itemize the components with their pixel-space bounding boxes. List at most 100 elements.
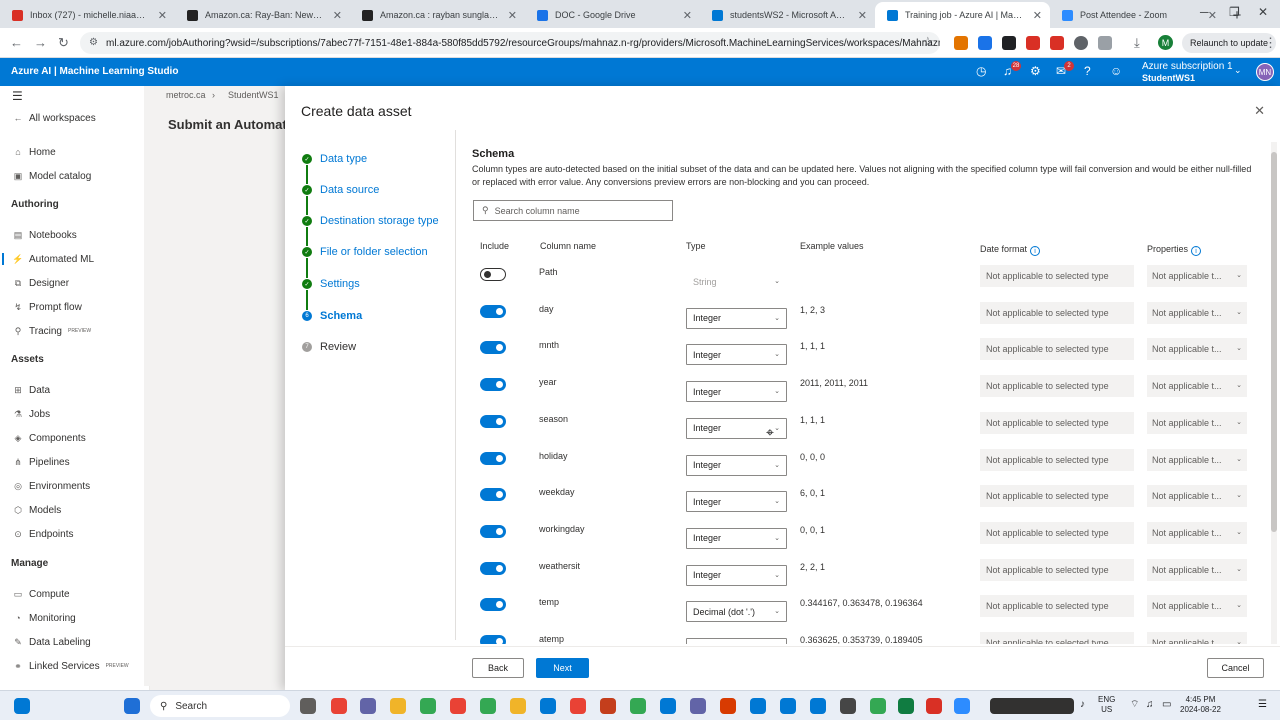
chrome-profile-icon[interactable] xyxy=(420,698,436,714)
hamburger-menu-icon[interactable]: ☰ xyxy=(12,88,23,104)
address-bar[interactable]: ⚙ ml.azure.com/jobAuthoring?wsid=/subscr… xyxy=(80,32,940,54)
app-icon[interactable] xyxy=(810,698,826,714)
browser-tab[interactable]: Post Attendee - Zoom ✕ xyxy=(1050,2,1225,28)
relaunch-button[interactable]: Relaunch to update xyxy=(1182,33,1277,53)
nav-endpoints[interactable]: ⊙ Endpoints xyxy=(12,526,73,542)
type-dropdown[interactable]: Integer ⌄ xyxy=(686,564,787,586)
bookmark-star-icon[interactable]: ☆ xyxy=(922,34,934,50)
type-dropdown[interactable]: Integer ⌄ xyxy=(686,344,787,366)
info-icon[interactable]: i xyxy=(1030,246,1041,256)
close-tab-icon[interactable]: ✕ xyxy=(158,9,167,22)
chrome-icon[interactable] xyxy=(331,698,347,714)
include-toggle[interactable] xyxy=(480,268,506,281)
back-button[interactable]: Back xyxy=(472,658,524,678)
include-toggle[interactable] xyxy=(480,488,506,502)
teams-icon[interactable] xyxy=(360,698,376,714)
nav-model-catalog[interactable]: ▣ Model catalog xyxy=(12,168,92,184)
workspace-name[interactable]: StudentWS1 xyxy=(1142,73,1195,83)
next-button[interactable]: Next xyxy=(536,658,589,678)
acrobat-icon[interactable] xyxy=(926,698,942,714)
browser-tab[interactable]: Amazon.ca : rayban sunglasses ✕ xyxy=(350,2,525,28)
type-dropdown[interactable]: Integer ⌄ xyxy=(686,454,787,476)
extensions-puzzle-icon[interactable] xyxy=(1098,36,1112,50)
app-icon[interactable] xyxy=(750,698,766,714)
back-arrow-icon[interactable]: ← xyxy=(10,35,23,50)
include-toggle[interactable] xyxy=(480,451,506,465)
nav-tracing[interactable]: ⚲ Tracing PREVIEW xyxy=(12,323,91,339)
app-icon[interactable] xyxy=(570,698,586,714)
nav-designer[interactable]: ⧉ Designer xyxy=(12,275,69,291)
nav-environments[interactable]: ◎ Environments xyxy=(12,478,90,494)
cancel-button[interactable]: Cancel xyxy=(1207,658,1264,678)
minimize-icon[interactable]: ─ xyxy=(1200,5,1209,19)
task-view-icon[interactable] xyxy=(300,698,316,714)
user-avatar[interactable]: MN xyxy=(1256,63,1274,81)
nav-pipelines[interactable]: ⋔ Pipelines xyxy=(12,454,69,470)
close-tab-icon[interactable]: ✕ xyxy=(683,9,692,22)
nav-prompt-flow[interactable]: ↯ Prompt flow xyxy=(12,299,82,315)
type-dropdown[interactable]: Integer ⌄ xyxy=(686,307,787,329)
close-tab-icon[interactable]: ✕ xyxy=(333,9,342,22)
include-toggle[interactable] xyxy=(480,378,506,392)
nav-notebooks[interactable]: ▤ Notebooks xyxy=(12,227,77,243)
panel-scrollbar[interactable] xyxy=(1271,142,1277,644)
extension-icon[interactable] xyxy=(1002,36,1016,50)
extension-icon[interactable] xyxy=(978,36,992,50)
close-tab-icon[interactable]: ✕ xyxy=(858,9,867,22)
nav-jobs[interactable]: ⚗ Jobs xyxy=(12,406,50,422)
app-icon[interactable] xyxy=(840,698,856,714)
wizard-step-data-source[interactable]: Data source xyxy=(320,184,379,196)
browser-tab[interactable]: Inbox (727) - michelle.niaa@gm ✕ xyxy=(0,2,175,28)
settings-gear-icon[interactable]: ⚙ xyxy=(1030,64,1041,78)
reload-icon[interactable]: ↻ xyxy=(58,35,69,51)
maximize-icon[interactable]: ❐ xyxy=(1229,5,1240,19)
wizard-step-settings[interactable]: Settings xyxy=(320,278,360,290)
smiley-icon[interactable]: ☺ xyxy=(1110,64,1122,78)
chrome-profile-icon[interactable] xyxy=(870,698,886,714)
type-dropdown[interactable]: Decimal (dot '.')⌄ xyxy=(686,638,787,644)
include-toggle[interactable] xyxy=(480,341,506,355)
file-explorer-icon[interactable] xyxy=(390,698,406,714)
language-indicator[interactable]: ENG US xyxy=(1098,695,1115,715)
type-dropdown[interactable]: Integer ⌄ xyxy=(686,491,787,513)
app-icon[interactable] xyxy=(540,698,556,714)
nav-linked-services[interactable]: ⚭ Linked Services PREVIEW xyxy=(12,658,128,674)
nav-components[interactable]: ◈ Components xyxy=(12,430,86,446)
app-brand[interactable]: Azure AI | Machine Learning Studio xyxy=(11,66,178,77)
taskbar-search[interactable]: ⚲ Search xyxy=(150,695,290,717)
download-icon[interactable]: ⤓ xyxy=(1134,35,1140,51)
nav-data[interactable]: ⊞ Data xyxy=(12,382,50,398)
wizard-step-review[interactable]: Review xyxy=(320,341,356,353)
volume-icon[interactable]: ♫ xyxy=(1146,700,1154,710)
breadcrumb-workspace[interactable]: StudentWS1 xyxy=(228,90,279,100)
chrome-profile-icon[interactable] xyxy=(480,698,496,714)
nav-data-labeling[interactable]: ✎ Data Labeling xyxy=(12,634,91,650)
clock[interactable]: 4:45 PM 2024-08-22 xyxy=(1180,695,1221,715)
scrollbar-thumb[interactable] xyxy=(1271,152,1277,532)
include-toggle[interactable] xyxy=(480,635,506,644)
wifi-icon[interactable]: ⌔ xyxy=(1130,700,1139,710)
chevron-down-icon[interactable]: ⌄ xyxy=(1234,65,1242,76)
close-window-icon[interactable]: ✕ xyxy=(1258,5,1268,19)
type-dropdown[interactable]: Decimal (dot '.')⌄ xyxy=(686,601,787,623)
widgets-icon[interactable] xyxy=(14,698,30,714)
extension-icon[interactable] xyxy=(954,36,968,50)
nav-all-workspaces[interactable]: ← All workspaces xyxy=(12,110,96,126)
wizard-step-data-type[interactable]: Data type xyxy=(320,153,367,165)
app-icon[interactable] xyxy=(780,698,796,714)
browser-tab[interactable]: DOC - Google Drive ✕ xyxy=(525,2,700,28)
wizard-step-file-or-folder-selection[interactable]: File or folder selection xyxy=(320,246,428,258)
wizard-step-schema[interactable]: Schema xyxy=(320,310,362,322)
search-column-input[interactable]: ⚲ Search column name xyxy=(473,200,673,221)
close-tab-icon[interactable]: ✕ xyxy=(1208,9,1217,22)
close-icon[interactable]: ✕ xyxy=(1254,103,1265,119)
excel-icon[interactable] xyxy=(898,698,914,714)
battery-icon[interactable]: ▭ xyxy=(1162,700,1171,710)
zoom-icon[interactable] xyxy=(954,698,970,714)
zoom-meeting-controls[interactable] xyxy=(990,698,1074,714)
windows-start-icon[interactable] xyxy=(124,698,140,714)
forward-arrow-icon[interactable]: → xyxy=(34,35,47,50)
notifications-icon[interactable]: ☰ xyxy=(1258,700,1267,710)
subscription-name[interactable]: Azure subscription 1 xyxy=(1142,61,1233,72)
chrome-profile-icon[interactable] xyxy=(450,698,466,714)
